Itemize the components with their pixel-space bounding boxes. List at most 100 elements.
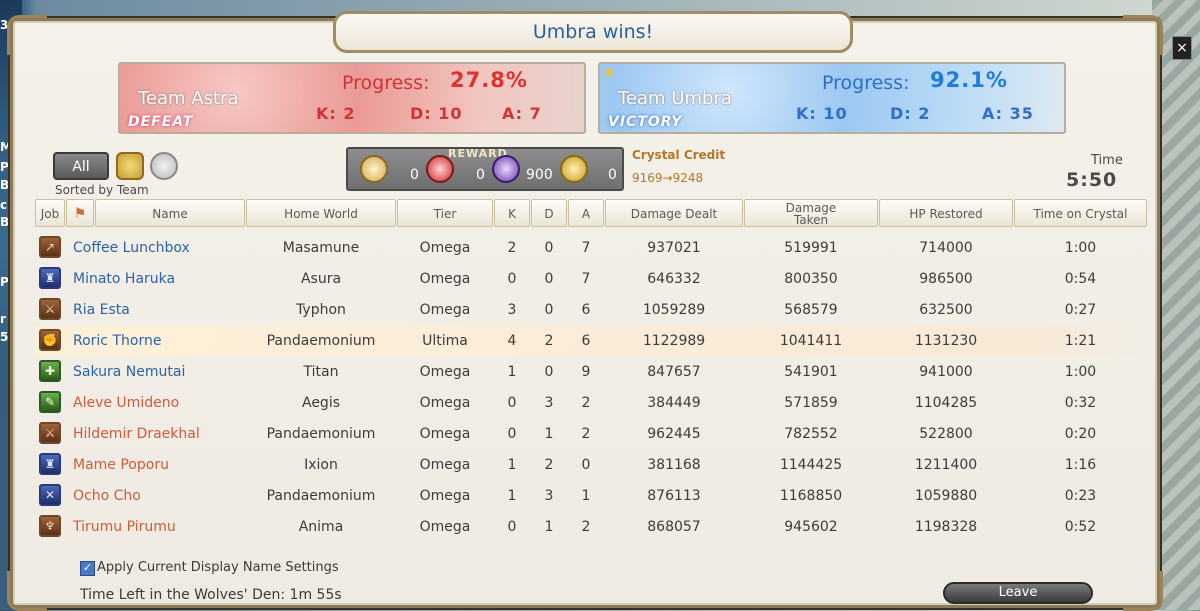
apply-name-settings-label[interactable]: Apply Current Display Name Settings — [97, 560, 339, 575]
deaths: 0 — [544, 364, 554, 380]
kills: K: 10 — [796, 104, 848, 123]
leave-button[interactable]: Leave — [943, 582, 1093, 604]
gold-seal-icon — [360, 155, 388, 183]
table-row[interactable]: ♜ Mame Poporu Ixion Omega 1 2 0 381168 1… — [35, 450, 1147, 480]
deaths: 1 — [544, 426, 554, 442]
table-row[interactable]: ♜ Minato Haruka Asura Omega 0 0 7 646332… — [35, 264, 1147, 294]
team-result: DEFEAT — [128, 114, 194, 130]
match-results-window: Umbra wins! Team Astra DEFEAT Progress: … — [7, 11, 1163, 611]
kills: 0 — [507, 426, 517, 442]
kills: 0 — [507, 271, 517, 287]
column-damage-taken[interactable]: Damage Taken — [744, 199, 878, 227]
hp-restored: 714000 — [919, 240, 973, 256]
column-time-on-crystal[interactable]: Time on Crystal — [1014, 199, 1147, 227]
column-hp-restored[interactable]: HP Restored — [879, 199, 1013, 227]
frame-ornament — [1123, 571, 1163, 611]
tier: Omega — [419, 519, 471, 535]
column-name[interactable]: Name — [95, 199, 245, 227]
column-tier[interactable]: Tier — [397, 199, 493, 227]
player-name: Hildemir Draekhal — [73, 426, 200, 442]
table-row[interactable]: ↗ Coffee Lunchbox Masamune Omega 2 0 7 9… — [35, 233, 1147, 263]
deaths: 2 — [544, 457, 554, 473]
table-row[interactable]: ✚ Sakura Nemutai Titan Omega 1 0 9 84765… — [35, 357, 1147, 387]
deaths: 0 — [544, 240, 554, 256]
scholar-job-icon: ✎ — [39, 391, 61, 413]
column-job[interactable]: Job — [35, 199, 65, 227]
home-world: Ixion — [304, 457, 338, 473]
column-home-world[interactable]: Home World — [246, 199, 396, 227]
table-row[interactable]: ♆ Tirumu Pirumu Anima Omega 0 1 2 868057… — [35, 512, 1147, 542]
hp-restored: 1059880 — [914, 488, 978, 504]
kills: 1 — [507, 488, 517, 504]
tier: Omega — [419, 302, 471, 318]
reward-value: 0 — [410, 167, 419, 183]
team-name: Team Astra — [138, 88, 239, 109]
time-label: Time — [1091, 153, 1123, 168]
time-on-crystal: 1:00 — [1064, 240, 1097, 256]
damage-dealt: 384449 — [647, 395, 701, 411]
time-on-crystal: 1:00 — [1064, 364, 1097, 380]
player-name: Coffee Lunchbox — [73, 240, 190, 256]
home-world: Anima — [298, 519, 344, 535]
kills: 0 — [507, 519, 517, 535]
table-row[interactable]: ✎ Aleve Umideno Aegis Omega 0 3 2 384449… — [35, 388, 1147, 418]
column-deaths[interactable]: D — [531, 199, 567, 227]
tier: Omega — [419, 395, 471, 411]
column-assists[interactable]: A — [568, 199, 604, 227]
time-left-text: Time Left in the Wolves' Den: 1m 55s — [80, 587, 342, 603]
assists: 7 — [581, 240, 591, 256]
home-world: Pandaemonium — [266, 488, 376, 504]
assists: 1 — [581, 488, 591, 504]
damage-dealt: 876113 — [647, 488, 701, 504]
column-kills[interactable]: K — [494, 199, 530, 227]
column-damage-dealt[interactable]: Damage Dealt — [605, 199, 743, 227]
player-name: Ria Esta — [73, 302, 130, 318]
assists: 9 — [581, 364, 591, 380]
filter-gold-team-icon[interactable] — [116, 152, 144, 180]
player-name: Aleve Umideno — [73, 395, 180, 411]
damage-taken: 945602 — [784, 519, 838, 535]
damage-dealt: 646332 — [647, 271, 701, 287]
damage-taken: 1144425 — [779, 457, 843, 473]
kills: 3 — [507, 302, 517, 318]
deaths: 0 — [544, 271, 554, 287]
assists: A: 7 — [502, 104, 542, 123]
apply-name-settings-checkbox[interactable]: ✓ — [80, 561, 95, 576]
assists: A: 35 — [982, 104, 1034, 123]
table-row[interactable]: ✕ Ocho Cho Pandaemonium Omega 1 3 1 8761… — [35, 481, 1147, 511]
progress-label: Progress: — [822, 72, 910, 94]
filter-all-button[interactable]: All — [53, 152, 109, 180]
time-on-crystal: 1:21 — [1064, 333, 1097, 349]
table-row-highlighted[interactable]: ✊ Roric Thorne Pandaemonium Ultima 4 2 6… — [35, 326, 1147, 356]
player-name: Tirumu Pirumu — [73, 519, 176, 535]
column-sort[interactable]: ⚑ — [66, 199, 94, 227]
kills: 1 — [507, 457, 517, 473]
table-row[interactable]: ⚔ Ria Esta Typhon Omega 3 0 6 1059289 56… — [35, 295, 1147, 325]
time-on-crystal: 0:52 — [1064, 519, 1097, 535]
team-result: VICTORY — [608, 114, 683, 130]
progress-value: 27.8% — [450, 68, 528, 92]
crystal-credit-value: 9169→9248 — [632, 171, 704, 185]
deaths: D: 10 — [410, 104, 463, 123]
player-name: Roric Thorne — [73, 333, 162, 349]
damage-taken: 782552 — [784, 426, 838, 442]
deaths: 2 — [544, 333, 554, 349]
hp-restored: 941000 — [919, 364, 973, 380]
damage-taken: 519991 — [784, 240, 838, 256]
home-world: Pandaemonium — [266, 333, 376, 349]
deaths: 3 — [544, 395, 554, 411]
crystal-credit-label: Crystal Credit — [632, 148, 726, 162]
close-icon[interactable]: × — [1172, 36, 1192, 60]
time-on-crystal: 0:23 — [1064, 488, 1097, 504]
white-mage-job-icon: ✚ — [39, 360, 61, 382]
deaths: 1 — [544, 519, 554, 535]
assists: 6 — [581, 333, 591, 349]
tier: Omega — [419, 364, 471, 380]
filter-silver-team-icon[interactable] — [150, 152, 178, 180]
table-header: Job ⚑ Name Home World Tier K D A Damage … — [35, 199, 1147, 229]
reward-value: 0 — [608, 167, 617, 183]
bard-job-icon: ↗ — [39, 236, 61, 258]
reward-value: 900 — [526, 167, 553, 183]
table-row[interactable]: ⚔ Hildemir Draekhal Pandaemonium Omega 0… — [35, 419, 1147, 449]
team-name: Team Umbra — [618, 88, 732, 109]
